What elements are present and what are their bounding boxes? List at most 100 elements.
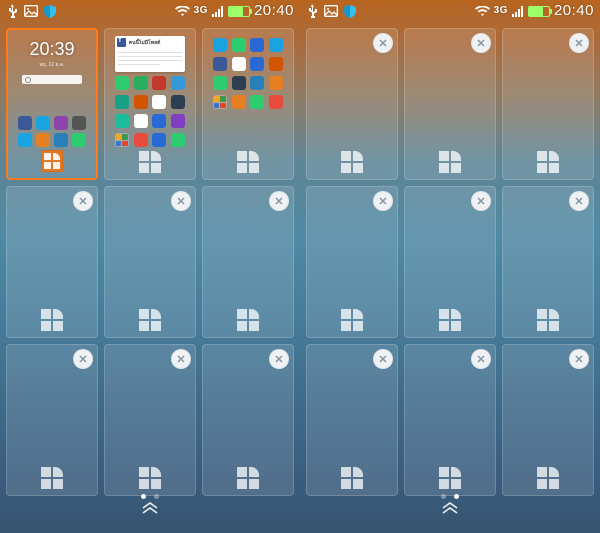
home-panel-14[interactable]: ✕ [404,186,496,338]
app-icon [152,95,166,109]
app-icon [213,57,227,71]
close-icon[interactable]: ✕ [569,191,589,211]
close-icon[interactable]: ✕ [373,191,393,211]
home-panel-12[interactable]: ✕ [502,28,594,180]
app-icon [232,38,246,52]
app-icon [250,38,264,52]
app-icon [115,114,129,128]
clock-text: 20:40 [554,0,594,22]
close-glyph: ✕ [274,195,283,208]
app-icon [54,116,68,130]
widget-slot-icon [439,309,461,331]
close-icon[interactable]: ✕ [471,191,491,211]
page-dot-2[interactable] [154,494,159,499]
close-icon[interactable]: ✕ [569,349,589,369]
home-panel-2[interactable]: คนนี้ไม่มีโพสต์ [104,28,196,180]
close-icon[interactable]: ✕ [269,349,289,369]
page-dot-2[interactable] [454,494,459,499]
home-panel-3[interactable] [202,28,294,180]
close-glyph: ✕ [476,195,485,208]
widget-slot-icon [237,309,259,331]
widget-slot-icon [439,467,461,489]
app-icon [134,76,148,90]
close-glyph: ✕ [378,37,387,50]
app-icon [232,57,246,71]
network-type: 3G [494,0,508,22]
close-glyph: ✕ [78,195,87,208]
app-icon [250,76,264,90]
app-icon [232,95,246,109]
app-icon [18,116,32,130]
app-icon [269,95,283,109]
widget-slot-icon [41,309,63,331]
app-icon [269,57,283,71]
close-glyph: ✕ [378,195,387,208]
close-glyph: ✕ [78,353,87,366]
page-dot-1[interactable] [441,494,446,499]
home-panel-10[interactable]: ✕ [306,28,398,180]
close-icon[interactable]: ✕ [471,33,491,53]
app-icon [171,95,185,109]
app-icon [54,133,68,147]
app-icon [250,95,264,109]
close-glyph: ✕ [176,195,185,208]
close-icon[interactable]: ✕ [73,349,93,369]
close-icon[interactable]: ✕ [373,33,393,53]
widget-slot-icon [139,151,161,173]
widget-slot-icon [139,309,161,331]
mini-search-bar [22,75,83,84]
app-icon [213,38,227,52]
folder-icon [213,95,227,109]
overview-area: ✕ ✕ ✕ ✕ ✕ ✕ ✕ ✕ ✕ [300,22,600,513]
expand-up-icon[interactable] [300,502,600,514]
close-icon[interactable]: ✕ [471,349,491,369]
app-icon [134,114,148,128]
close-icon[interactable]: ✕ [171,191,191,211]
home-panel-17[interactable]: ✕ [404,344,496,496]
widget-slot-icon [341,309,363,331]
close-glyph: ✕ [476,37,485,50]
expand-up-icon[interactable] [0,502,300,514]
close-glyph: ✕ [574,37,583,50]
widget-slot-icon [237,467,259,489]
signal-icon [512,6,524,17]
home-panel-5[interactable]: ✕ [104,186,196,338]
close-icon[interactable]: ✕ [373,349,393,369]
app-icon [152,114,166,128]
app-icon [232,76,246,90]
close-icon[interactable]: ✕ [73,191,93,211]
app-icon [115,95,129,109]
wifi-icon [475,6,490,17]
close-icon[interactable]: ✕ [569,33,589,53]
home-panel-1[interactable]: 20:39 พฤ. 12 ธ.ค. [6,28,98,180]
phone-left: 3G 20:40 20:39 พฤ. 12 ธ.ค. [0,0,300,533]
status-left-group [6,4,56,18]
home-panel-18[interactable]: ✕ [502,344,594,496]
page-indicator [300,494,600,499]
mini-app-grid [212,38,284,148]
close-glyph: ✕ [176,353,185,366]
home-panel-15[interactable]: ✕ [502,186,594,338]
home-panel-9[interactable]: ✕ [202,344,294,496]
folder-icon [115,133,129,147]
home-panel-13[interactable]: ✕ [306,186,398,338]
close-icon[interactable]: ✕ [171,349,191,369]
status-left-group [306,4,356,18]
widget-slot-icon [439,151,461,173]
close-glyph: ✕ [378,353,387,366]
home-panel-8[interactable]: ✕ [104,344,196,496]
dual-phone-stage: 3G 20:40 20:39 พฤ. 12 ธ.ค. [0,0,600,533]
home-panel-16[interactable]: ✕ [306,344,398,496]
home-panel-11[interactable]: ✕ [404,28,496,180]
close-glyph: ✕ [274,353,283,366]
home-panel-4[interactable]: ✕ [6,186,98,338]
home-panel-6[interactable]: ✕ [202,186,294,338]
home-panel-7[interactable]: ✕ [6,344,98,496]
app-icon [36,133,50,147]
close-icon[interactable]: ✕ [269,191,289,211]
app-icon [72,133,86,147]
app-icon [72,116,86,130]
clock-text: 20:40 [254,0,294,22]
page-dot-1[interactable] [141,494,146,499]
picture-icon [24,5,38,17]
